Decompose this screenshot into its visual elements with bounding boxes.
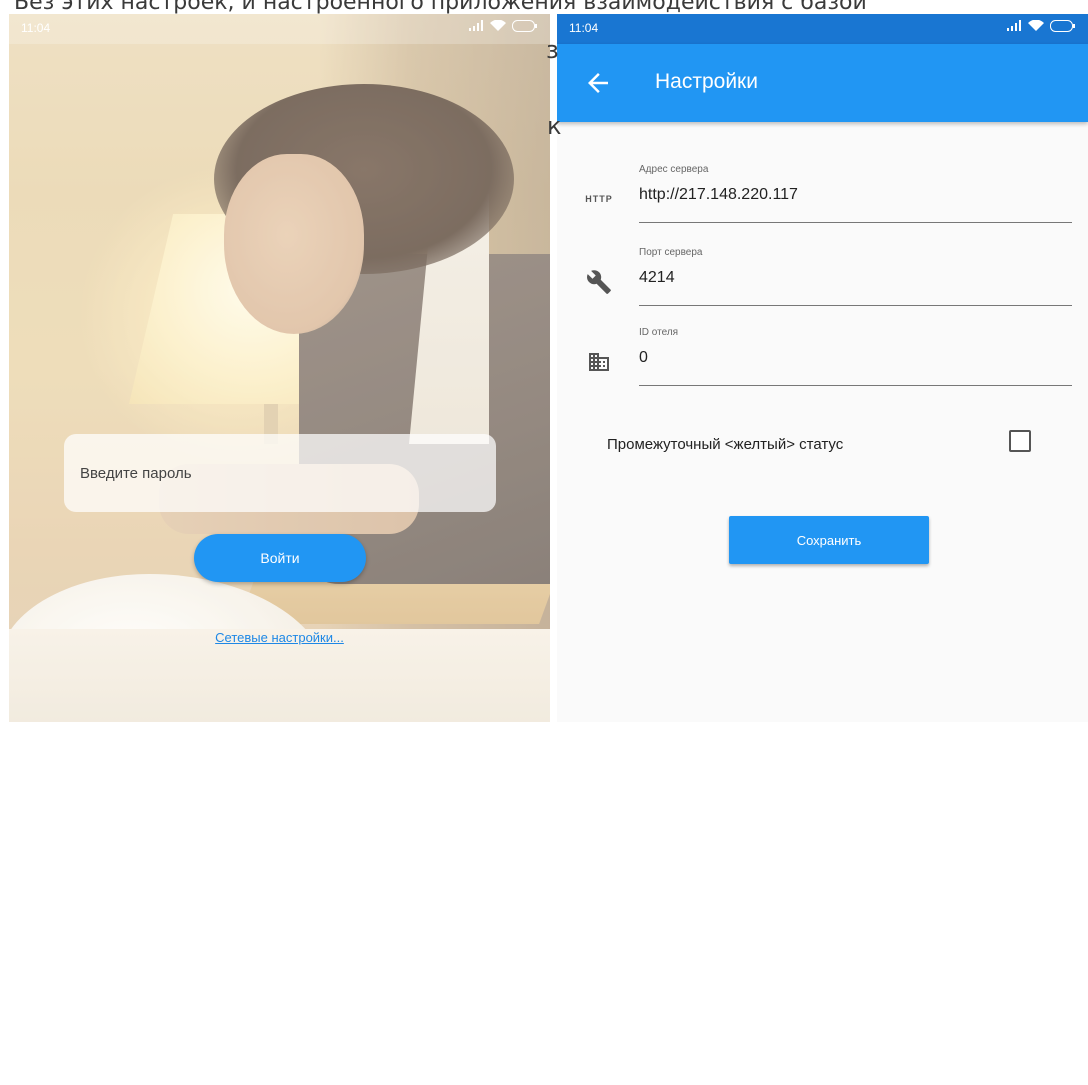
status-bar: 11:04 [557,14,1088,44]
status-time: 11:04 [569,21,599,35]
status-bar: 11:04 [9,14,550,44]
screen-separator [550,14,557,722]
wifi-icon [1028,20,1044,31]
signal-icon [469,20,483,31]
login-screen: 11:04 Введите пароль Войти Сетевые настр… [9,14,550,722]
signal-icon [1007,20,1021,31]
wifi-icon [490,20,506,31]
server-port-underline [639,305,1072,306]
page-title: Настройки [655,70,758,93]
battery-icon [1050,20,1075,32]
login-button-label: Войти [260,550,300,566]
save-button-label: Сохранить [796,532,862,548]
server-address-label: Адрес сервера [639,164,709,175]
http-icon-text: HTTP [585,194,613,204]
server-address-field[interactable]: HTTP Адрес сервера http://217.148.220.11… [557,164,1088,234]
background-fade [9,14,550,722]
settings-screen: 11:04 Настройки HTTP Адрес сервера http:… [557,14,1088,722]
status-icons [1006,20,1076,32]
hotel-id-underline [639,385,1072,386]
yellow-status-checkbox[interactable] [1009,430,1031,452]
server-address-underline [639,222,1072,223]
network-settings-link[interactable]: Сетевые настройки... [9,630,550,645]
building-icon [579,347,619,377]
password-placeholder: Введите пароль [80,464,192,482]
wrench-icon [579,267,619,297]
http-icon: HTTP [579,184,619,214]
server-port-field[interactable]: Порт сервера 4214 [557,247,1088,317]
overlay-caption-line-1: Без этих настроек, и настроенного прилож… [14,0,867,15]
server-port-value[interactable]: 4214 [639,269,675,287]
hotel-id-value[interactable]: 0 [639,349,648,367]
server-address-value[interactable]: http://217.148.220.117 [639,186,798,204]
save-button[interactable]: Сохранить [729,516,929,564]
back-arrow-icon[interactable] [583,68,613,98]
yellow-status-label: Промежуточный <желтый> статус [607,436,844,453]
hotel-id-label: ID отеля [639,327,679,338]
status-time: 11:04 [21,21,51,35]
server-port-label: Порт сервера [639,247,703,258]
password-input[interactable]: Введите пароль [64,434,496,512]
status-icons [468,20,538,32]
battery-icon [512,20,537,32]
login-button[interactable]: Войти [194,534,366,582]
app-bar: Настройки [557,44,1088,122]
hotel-id-field[interactable]: ID отеля 0 [557,327,1088,397]
